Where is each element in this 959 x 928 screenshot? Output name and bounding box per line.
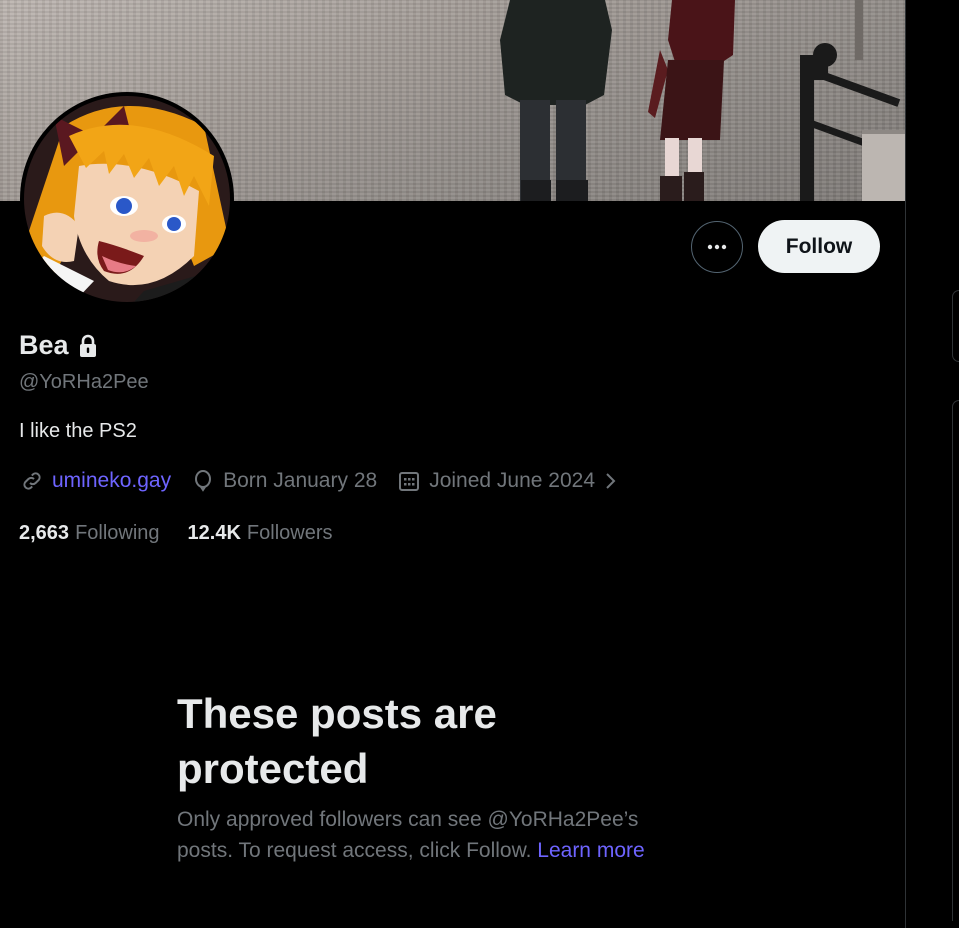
protected-heading-line1: These posts are: [177, 690, 497, 737]
calendar-icon: [399, 472, 420, 491]
display-name: Bea: [19, 330, 69, 360]
birthday-text: Born January 28: [223, 469, 378, 492]
learn-more-link[interactable]: Learn more: [537, 839, 644, 862]
website-item: umineko.gay: [20, 469, 171, 493]
follow-button[interactable]: Follow: [758, 220, 880, 273]
chevron-right-icon: [606, 473, 616, 489]
avatar[interactable]: [24, 96, 230, 302]
protected-body-line1: Only approved followers can see @YoRHa2P…: [177, 808, 639, 831]
more-icon: [707, 244, 727, 250]
lock-icon[interactable]: [77, 334, 99, 358]
protected-heading: These posts are protected: [177, 686, 707, 796]
profile-stats: 2,663 Following 12.4K Followers: [19, 522, 361, 545]
followers-label: Followers: [246, 522, 333, 544]
following-stat[interactable]: 2,663 Following: [19, 522, 160, 545]
profile-bio: I like the PS2: [19, 420, 137, 442]
sidebar-card-edge: [952, 400, 959, 921]
protected-heading-line2: protected: [177, 745, 369, 792]
protected-notice: These posts are protected Only approved …: [177, 686, 707, 866]
sidebar-card-edge: [952, 290, 959, 362]
avatar-image: [24, 96, 230, 302]
protected-body-line2: posts. To request access, click Follow.: [177, 839, 532, 862]
followers-count: 12.4K: [187, 522, 241, 544]
avatar-border: [20, 92, 234, 306]
right-sidebar-edge: [906, 0, 959, 928]
profile-name-row: Bea: [19, 330, 99, 361]
following-count: 2,663: [19, 522, 70, 544]
more-options-button[interactable]: [691, 221, 743, 273]
link-icon: [23, 472, 41, 490]
profile-page: Follow Bea @YoRHa2Pee I like the PS2 umi…: [0, 0, 905, 928]
balloon-icon: [195, 470, 212, 492]
username-handle: @YoRHa2Pee: [19, 371, 149, 393]
protected-description: Only approved followers can see @YoRHa2P…: [177, 804, 707, 866]
birthday-item: Born January 28: [191, 469, 377, 493]
followers-stat[interactable]: 12.4K Followers: [188, 522, 333, 545]
following-label: Following: [75, 522, 160, 544]
joined-text: Joined June 2024: [429, 469, 595, 492]
joined-item[interactable]: Joined June 2024: [397, 469, 619, 493]
website-link[interactable]: umineko.gay: [52, 469, 171, 493]
profile-meta: umineko.gay Born January 28 Joined June …: [20, 469, 639, 493]
